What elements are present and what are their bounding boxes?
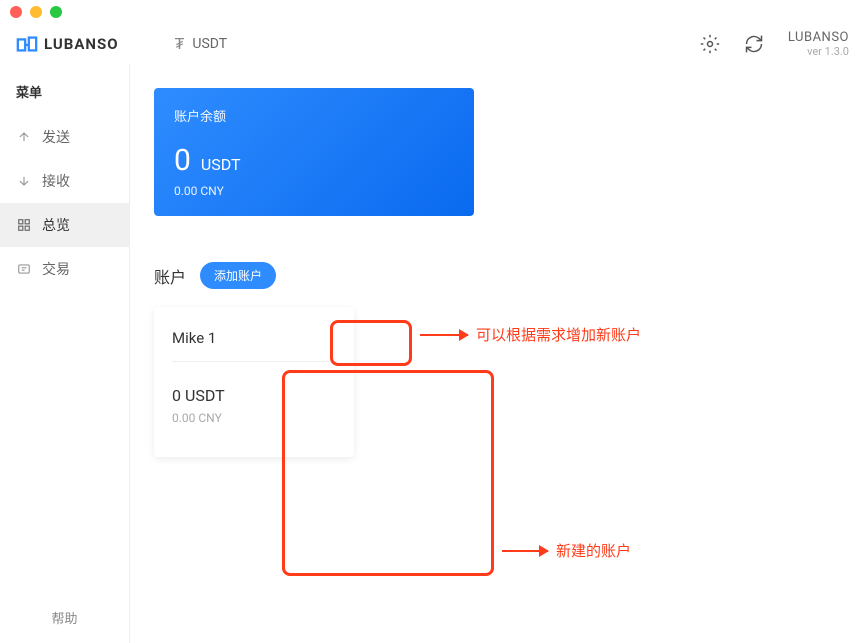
account-name: Mike 1 bbox=[172, 329, 336, 362]
currency-selector[interactable]: ₮ USDT bbox=[175, 34, 228, 54]
app-logo: LUBANSO bbox=[16, 35, 119, 53]
gear-icon bbox=[700, 34, 720, 54]
account-sub-balance: 0.00 CNY bbox=[172, 411, 336, 425]
sidebar-item-label: 交易 bbox=[42, 259, 70, 279]
brand-name: LUBANSO bbox=[788, 30, 849, 45]
annotation-text: 新建的账户 bbox=[556, 540, 631, 561]
annotation-add-account: 可以根据需求增加新账户 bbox=[420, 324, 641, 345]
refresh-button[interactable] bbox=[744, 34, 764, 54]
accounts-title: 账户 bbox=[154, 264, 186, 288]
transactions-icon bbox=[16, 261, 32, 277]
accounts-section: 账户 添加账户 Mike 1 0 USDT 0.00 CNY bbox=[154, 262, 841, 457]
balance-sub: 0.00 CNY bbox=[174, 184, 454, 198]
sidebar-item-overview[interactable]: 总览 bbox=[0, 203, 129, 247]
arrow-icon bbox=[502, 550, 548, 552]
tether-icon: ₮ bbox=[175, 34, 185, 54]
brand-version-block: LUBANSO ver 1.3.0 bbox=[788, 30, 849, 58]
annotation-text: 可以根据需求增加新账户 bbox=[476, 324, 641, 345]
balance-unit: USDT bbox=[201, 155, 241, 174]
currency-label: USDT bbox=[192, 36, 227, 52]
sidebar-item-transactions[interactable]: 交易 bbox=[0, 247, 129, 291]
sidebar-item-label: 发送 bbox=[42, 127, 70, 147]
menu-title: 菜单 bbox=[0, 78, 129, 115]
add-account-button[interactable]: 添加账户 bbox=[200, 262, 276, 289]
help-link[interactable]: 帮助 bbox=[0, 592, 129, 643]
sidebar-item-label: 接收 bbox=[42, 171, 70, 191]
send-icon bbox=[16, 129, 32, 145]
window-minimize-button[interactable] bbox=[30, 6, 42, 18]
account-balance: 0 USDT bbox=[172, 386, 336, 405]
sidebar-item-send[interactable]: 发送 bbox=[0, 115, 129, 159]
sidebar-item-receive[interactable]: 接收 bbox=[0, 159, 129, 203]
balance-label: 账户余额 bbox=[174, 106, 454, 125]
overview-icon bbox=[16, 217, 32, 233]
sidebar-item-label: 总览 bbox=[42, 215, 70, 235]
arrow-icon bbox=[420, 334, 468, 336]
annotation-new-account: 新建的账户 bbox=[502, 540, 631, 561]
sidebar: 菜单 发送 接收 总览 交易 帮助 bbox=[0, 64, 130, 643]
refresh-icon bbox=[744, 34, 764, 54]
app-header: LUBANSO ₮ USDT LUBANSO ver 1.3.0 bbox=[0, 24, 865, 64]
logo-text: LUBANSO bbox=[44, 35, 119, 53]
window-titlebar bbox=[0, 0, 865, 24]
main-content: 账户余额 0 USDT 0.00 CNY 账户 添加账户 Mike 1 0 US… bbox=[130, 64, 865, 643]
balance-amount: 0 bbox=[174, 143, 191, 178]
settings-button[interactable] bbox=[700, 34, 720, 54]
account-card[interactable]: Mike 1 0 USDT 0.00 CNY bbox=[154, 307, 354, 457]
window-maximize-button[interactable] bbox=[50, 6, 62, 18]
logo-icon bbox=[16, 35, 38, 53]
balance-card: 账户余额 0 USDT 0.00 CNY bbox=[154, 88, 474, 216]
window-close-button[interactable] bbox=[10, 6, 22, 18]
receive-icon bbox=[16, 173, 32, 189]
brand-version: ver 1.3.0 bbox=[788, 45, 849, 58]
